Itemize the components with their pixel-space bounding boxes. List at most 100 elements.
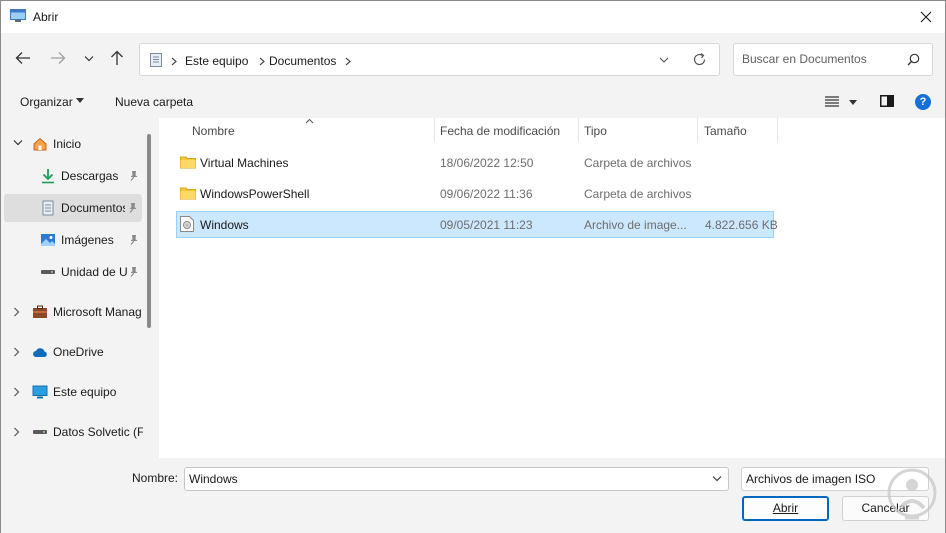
pictures-icon: [41, 234, 55, 246]
drive-icon: [33, 430, 47, 434]
file-size: 4.822.656 KB: [705, 218, 778, 232]
file-list: Nombre Fecha de modificación Tipo Tamaño…: [159, 118, 945, 458]
file-type: Carpeta de archivos: [584, 156, 692, 170]
file-name: Windows: [200, 218, 249, 232]
sidebar-item-unidad-usb[interactable]: Unidad de U: [1, 258, 143, 286]
up-arrow-icon: [111, 50, 123, 65]
cloud-icon: [33, 348, 47, 357]
sidebar-item-label: Datos Solvetic (F: [53, 425, 143, 439]
sidebar-item-label: Este equipo: [53, 385, 117, 399]
file-date: 18/06/2022 12:50: [440, 156, 534, 170]
file-row-selected[interactable]: Windows 09/05/2021 11:23 Archivo de imag…: [176, 211, 778, 238]
column-divider[interactable]: [697, 118, 698, 142]
file-type-selected: Archivos de imagen ISO: [746, 472, 876, 486]
chevron-right-icon[interactable]: [13, 347, 20, 357]
file-date: 09/06/2022 11:36: [440, 187, 533, 201]
caret-down-icon: [76, 98, 84, 103]
sidebar-item-onedrive[interactable]: OneDrive: [1, 338, 143, 366]
forward-button[interactable]: [49, 49, 67, 67]
breadcrumb-separator-icon: [171, 57, 177, 66]
sidebar-item-microsoft-management[interactable]: Microsoft Manag: [1, 298, 143, 326]
sidebar-item-label: Imágenes: [61, 233, 114, 247]
sidebar-item-inicio[interactable]: Inicio: [1, 130, 143, 158]
title-bar: Abrir: [1, 1, 945, 33]
column-header-size[interactable]: Tamaño: [704, 124, 747, 138]
recent-locations-button[interactable]: [80, 49, 98, 67]
column-header-type[interactable]: Tipo: [584, 124, 607, 138]
preview-pane-icon[interactable]: [880, 95, 894, 107]
column-header-name[interactable]: Nombre: [192, 124, 235, 138]
sidebar-scrollbar[interactable]: [147, 134, 151, 328]
column-divider[interactable]: [434, 118, 435, 142]
chevron-down-icon[interactable]: [13, 139, 23, 146]
close-button[interactable]: [913, 5, 939, 29]
documents-icon: [150, 53, 162, 67]
app-window-icon: [10, 9, 26, 22]
dialog-footer: Nombre: Archivos de imagen ISO Abrir Can…: [1, 458, 945, 533]
file-row[interactable]: Virtual Machines 18/06/2022 12:50 Carpet…: [176, 150, 774, 176]
file-type: Carpeta de archivos: [584, 187, 692, 201]
documents-icon: [42, 200, 54, 216]
organize-button[interactable]: Organizar: [20, 95, 73, 109]
sidebar-item-documentos[interactable]: Documentos: [4, 194, 142, 222]
filename-combobox[interactable]: [184, 467, 729, 491]
sidebar-item-imagenes[interactable]: Imágenes: [1, 226, 143, 254]
address-dropdown-icon[interactable]: [659, 53, 669, 67]
file-row[interactable]: WindowsPowerShell 09/06/2022 11:36 Carpe…: [176, 181, 774, 207]
filename-label: Nombre:: [132, 471, 179, 485]
sidebar-item-este-equipo[interactable]: Este equipo: [1, 378, 143, 406]
back-button[interactable]: [14, 49, 32, 67]
search-box[interactable]: [733, 43, 933, 76]
window-title: Abrir: [33, 10, 59, 24]
pin-icon: [130, 235, 138, 245]
folder-icon: [180, 156, 196, 169]
sidebar-item-descargas[interactable]: Descargas: [1, 162, 143, 190]
help-icon[interactable]: ?: [915, 94, 931, 110]
search-icon[interactable]: [907, 53, 920, 66]
view-list-icon[interactable]: [825, 96, 839, 107]
disc-image-icon: [180, 216, 194, 232]
breadcrumb-documentos[interactable]: Documentos: [269, 54, 336, 68]
open-button[interactable]: Abrir: [742, 496, 829, 521]
refresh-icon[interactable]: [692, 52, 707, 67]
navigation-bar: Este equipo Documentos: [1, 33, 945, 85]
up-button[interactable]: [108, 49, 126, 67]
sidebar-item-label: Microsoft Manag: [53, 305, 142, 319]
sidebar-item-label: Documentos: [61, 201, 125, 215]
column-divider[interactable]: [777, 118, 778, 142]
caret-down-icon[interactable]: [849, 100, 857, 105]
chevron-right-icon[interactable]: [13, 307, 20, 317]
chevron-down-icon[interactable]: [712, 475, 722, 482]
forward-arrow-icon: [51, 52, 66, 64]
column-divider[interactable]: [578, 118, 579, 142]
column-header-date[interactable]: Fecha de modificación: [440, 124, 560, 138]
pin-icon: [129, 203, 137, 213]
sidebar-item-label: Unidad de U: [61, 265, 127, 279]
back-arrow-icon: [15, 52, 30, 64]
new-folder-button[interactable]: Nueva carpeta: [115, 95, 193, 109]
file-type: Archivo de image...: [584, 218, 687, 232]
download-icon: [42, 169, 54, 184]
pin-icon: [130, 267, 138, 277]
sidebar-item-label: Descargas: [61, 169, 119, 183]
sidebar-item-datos-solvetic[interactable]: Datos Solvetic (F: [1, 418, 143, 446]
drive-icon: [41, 270, 55, 274]
sidebar-item-label: Inicio: [53, 137, 82, 151]
filename-input[interactable]: [189, 472, 699, 486]
chevron-right-icon[interactable]: [13, 427, 20, 437]
address-bar[interactable]: Este equipo Documentos: [139, 43, 720, 76]
file-name: Virtual Machines: [200, 156, 289, 170]
chevron-right-icon[interactable]: [13, 387, 20, 397]
breadcrumb-este-equipo[interactable]: Este equipo: [185, 54, 248, 68]
briefcase-icon: [33, 305, 47, 318]
sort-ascending-icon: [305, 118, 314, 124]
home-icon: [33, 137, 47, 151]
sidebar-item-label: OneDrive: [53, 345, 104, 359]
navigation-pane: Inicio Descargas Documentos Imágenes Uni…: [1, 118, 159, 458]
open-file-dialog: Abrir Este equipo Documentos Buscar en D…: [0, 0, 946, 533]
folder-icon: [180, 187, 196, 200]
pin-icon: [130, 171, 138, 181]
watermark-logo: [887, 468, 937, 520]
computer-icon: [32, 385, 48, 399]
search-input[interactable]: [742, 52, 902, 66]
